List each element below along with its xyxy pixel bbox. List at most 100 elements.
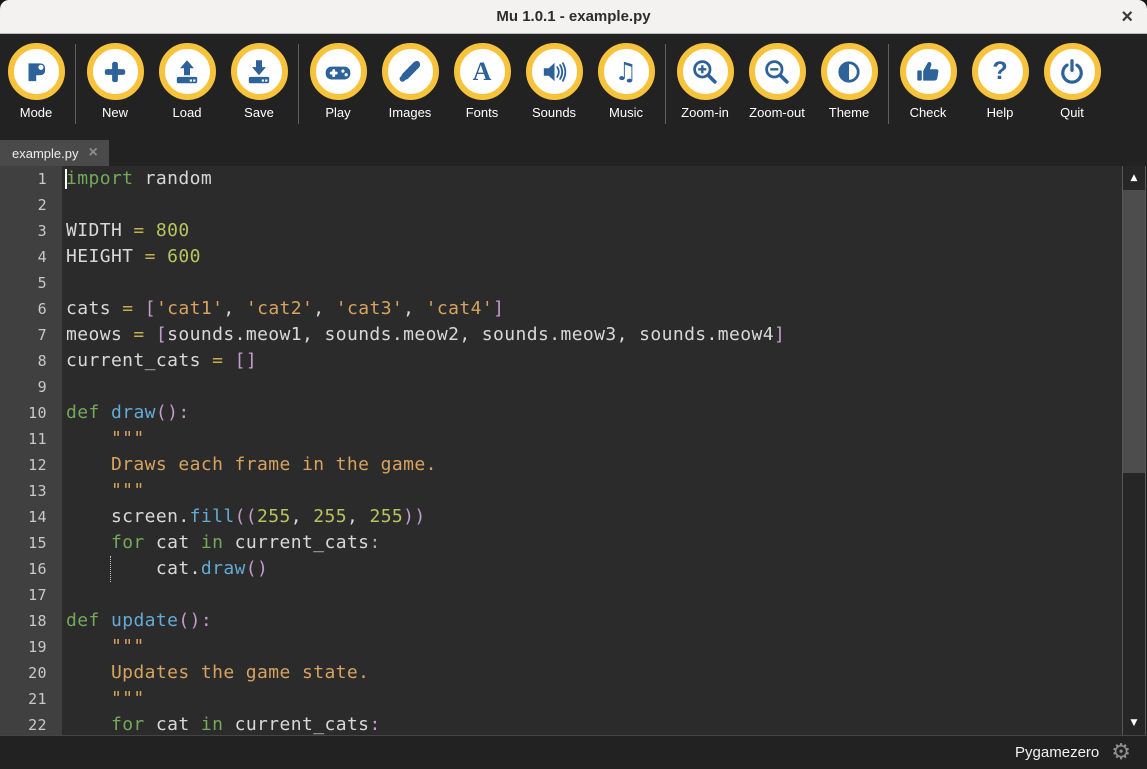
code-line: 13 """ [0,478,1122,504]
code-text: current_cats = [] [62,348,1122,374]
code-text: """ [62,634,1122,660]
toolbar-button-theme[interactable]: Theme [813,34,885,120]
toolbar-button-sounds[interactable]: Sounds [518,34,590,120]
scrollbar[interactable]: ▲ ▼ [1122,166,1146,735]
line-number: 22 [0,712,62,735]
code-text: """ [62,426,1122,452]
thumbs-up-icon [900,43,957,100]
code-editor[interactable]: 1import random23WIDTH = 8004HEIGHT = 600… [0,166,1122,735]
line-number: 16 [0,556,62,582]
scrollbar-track[interactable] [1123,190,1145,711]
toolbar: Mode New LoadSave Play Images A Fonts Sounds♫ Mu… [0,34,1147,140]
toolbar-button-load[interactable]: Load [151,34,223,120]
code-text: HEIGHT = 600 [62,244,1122,270]
tab-bar: example.py × [0,140,1147,166]
line-number: 6 [0,296,62,322]
code-line: 14 screen.fill((255, 255, 255)) [0,504,1122,530]
code-text [62,192,1122,218]
contrast-icon [821,43,878,100]
code-text: cats = ['cat1', 'cat2', 'cat3', 'cat4'] [62,296,1122,322]
code-text: import random [62,166,1122,192]
code-line: 19 """ [0,634,1122,660]
toolbar-button-label: New [102,105,128,120]
code-line: 9 [0,374,1122,400]
tab-close-icon[interactable]: × [88,145,97,161]
line-number: 8 [0,348,62,374]
toolbar-button-fonts[interactable]: A Fonts [446,34,518,120]
toolbar-button-check[interactable]: Check [892,34,964,120]
code-text: Updates the game state. [62,660,1122,686]
speaker-icon [526,43,583,100]
code-line: 10def draw(): [0,400,1122,426]
line-number: 17 [0,582,62,608]
code-line: 8current_cats = [] [0,348,1122,374]
mode-status-label: Pygamezero [1015,744,1099,761]
toolbar-separator [75,44,76,124]
code-text: WIDTH = 800 [62,218,1122,244]
toolbar-button-zoom-out[interactable]: Zoom-out [741,34,813,120]
status-bar: Pygamezero ⚙ [0,735,1147,769]
line-number: 10 [0,400,62,426]
toolbar-separator [298,44,299,124]
code-line: 1import random [0,166,1122,192]
scrollbar-thumb[interactable] [1123,190,1145,473]
toolbar-button-mode[interactable]: Mode [0,34,72,120]
code-line: 5 [0,270,1122,296]
window-close-button[interactable]: × [1121,7,1133,27]
toolbar-button-label: Zoom-in [681,105,729,120]
line-number: 9 [0,374,62,400]
code-text: """ [62,478,1122,504]
paintbrush-icon [382,43,439,100]
toolbar-button-new[interactable]: New [79,34,151,120]
toolbar-button-help[interactable]: ?Help [964,34,1036,120]
gamepad-icon [310,43,367,100]
toolbar-button-save[interactable]: Save [223,34,295,120]
letter-a-icon: A [454,43,511,100]
question-mark-icon: ? [972,43,1029,100]
magnifier-minus-icon [749,43,806,100]
scrollbar-down-button[interactable]: ▼ [1123,711,1145,735]
gear-icon[interactable]: ⚙ [1111,742,1131,764]
mu-logo-icon [8,43,65,100]
line-number: 4 [0,244,62,270]
line-number: 3 [0,218,62,244]
line-number: 21 [0,686,62,712]
code-line: 11 """ [0,426,1122,452]
download-icon [231,43,288,100]
toolbar-button-label: Quit [1060,105,1084,120]
code-text [62,582,1122,608]
toolbar-button-label: Play [325,105,350,120]
line-number: 20 [0,660,62,686]
code-text: for cat in current_cats: [62,712,1122,735]
code-line: 2 [0,192,1122,218]
plus-icon [87,43,144,100]
toolbar-button-label: Fonts [466,105,499,120]
toolbar-button-images[interactable]: Images [374,34,446,120]
indent-guide [110,556,111,582]
code-line: 22 for cat in current_cats: [0,712,1122,735]
toolbar-button-label: Zoom-out [749,105,805,120]
code-line: 18def update(): [0,608,1122,634]
line-number: 14 [0,504,62,530]
scrollbar-up-button[interactable]: ▲ [1123,166,1145,190]
toolbar-button-zoom-in[interactable]: Zoom-in [669,34,741,120]
code-line: 20 Updates the game state. [0,660,1122,686]
toolbar-button-label: Images [389,105,432,120]
tab-example-py[interactable]: example.py × [0,140,109,166]
line-number: 1 [0,166,62,192]
line-number: 7 [0,322,62,348]
toolbar-button-music[interactable]: ♫ Music [590,34,662,120]
toolbar-button-quit[interactable]: Quit [1036,34,1108,120]
code-text: def update(): [62,608,1122,634]
code-text: for cat in current_cats: [62,530,1122,556]
toolbar-button-label: Music [609,105,643,120]
power-icon [1044,43,1101,100]
line-number: 18 [0,608,62,634]
line-number: 2 [0,192,62,218]
tab-label: example.py [12,146,78,161]
toolbar-button-play[interactable]: Play [302,34,374,120]
code-line: 12 Draws each frame in the game. [0,452,1122,478]
title-bar: Mu 1.0.1 - example.py × [0,0,1147,34]
music-note-icon: ♫ [598,43,655,100]
line-number: 15 [0,530,62,556]
